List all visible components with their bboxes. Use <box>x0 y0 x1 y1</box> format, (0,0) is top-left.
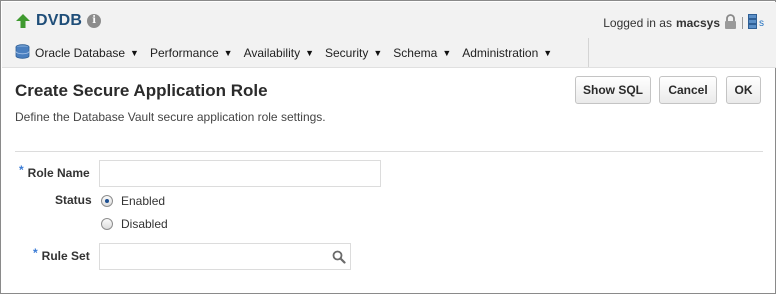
menu-label: Schema <box>393 46 438 60</box>
required-marker: * <box>19 163 24 177</box>
username: macsys <box>675 16 720 30</box>
radio-enabled-label: Enabled <box>121 194 166 208</box>
info-icon[interactable]: i <box>87 14 102 28</box>
more-link[interactable]: s <box>759 18 764 29</box>
radio-disabled[interactable] <box>101 218 113 230</box>
menu-label: Administration <box>462 46 539 60</box>
rule-set-label-text: Rule Set <box>41 249 90 263</box>
rule-set-label: * Rule Set <box>33 246 90 263</box>
status-label: Status <box>55 193 92 207</box>
menu-availability[interactable]: Availability ▼ <box>244 46 314 60</box>
menu-security[interactable]: Security ▼ <box>325 46 382 60</box>
page-title: Create Secure Application Role <box>15 81 268 100</box>
chevron-down-icon: ▼ <box>442 48 452 58</box>
ok-button[interactable]: OK <box>726 76 761 104</box>
role-name-label: * Role Name <box>19 163 90 180</box>
menu-oracle-database[interactable]: Oracle Database ▼ <box>15 44 139 62</box>
chevron-down-icon: ▼ <box>305 48 314 58</box>
menu-label: Oracle Database <box>35 46 126 60</box>
target-name-link[interactable]: DVDB <box>36 12 82 30</box>
page-description: Define the Database Vault secure applica… <box>15 110 326 124</box>
show-sql-button[interactable]: Show SQL <box>575 76 651 104</box>
menu-performance[interactable]: Performance ▼ <box>150 46 233 60</box>
separator <box>742 17 743 29</box>
logged-in-label: Logged in as <box>603 16 672 30</box>
menu-label: Performance <box>149 46 219 60</box>
role-name-field[interactable] <box>99 160 381 187</box>
top-bar: DVDB i Logged in as macsys s Oracle Data… <box>2 2 776 68</box>
radio-enabled[interactable] <box>101 195 113 207</box>
user-area: Logged in as macsys s <box>603 14 764 32</box>
required-marker: * <box>33 246 38 260</box>
database-icon <box>15 44 30 62</box>
rule-set-field[interactable] <box>99 243 351 270</box>
menu-label: Availability <box>243 46 301 60</box>
menu-bar: Oracle Database ▼ Performance ▼ Availabi… <box>15 41 563 65</box>
role-name-input[interactable] <box>100 161 380 186</box>
server-icon[interactable] <box>748 14 757 32</box>
status-disabled-option[interactable]: Disabled <box>101 217 168 231</box>
chevron-down-icon: ▼ <box>543 48 553 58</box>
menu-label: Security <box>325 46 369 60</box>
role-name-label-text: Role Name <box>27 166 90 180</box>
menu-schema[interactable]: Schema ▼ <box>393 46 451 60</box>
section-divider <box>15 151 763 152</box>
radio-disabled-label: Disabled <box>121 217 168 231</box>
chevron-down-icon: ▼ <box>130 48 139 58</box>
cancel-button[interactable]: Cancel <box>659 76 717 104</box>
up-arrow-icon <box>15 13 31 29</box>
status-enabled-option[interactable]: Enabled <box>101 194 165 208</box>
topbar-border <box>2 67 776 68</box>
chevron-down-icon: ▼ <box>223 48 233 58</box>
rule-set-input[interactable] <box>100 244 350 269</box>
lock-icon[interactable] <box>724 14 737 32</box>
menu-divider <box>588 38 589 68</box>
target-brand: DVDB i <box>15 12 102 30</box>
window: DVDB i Logged in as macsys s Oracle Data… <box>0 0 776 294</box>
search-icon[interactable] <box>332 250 346 267</box>
menu-administration[interactable]: Administration ▼ <box>462 46 552 60</box>
chevron-down-icon: ▼ <box>373 48 383 58</box>
